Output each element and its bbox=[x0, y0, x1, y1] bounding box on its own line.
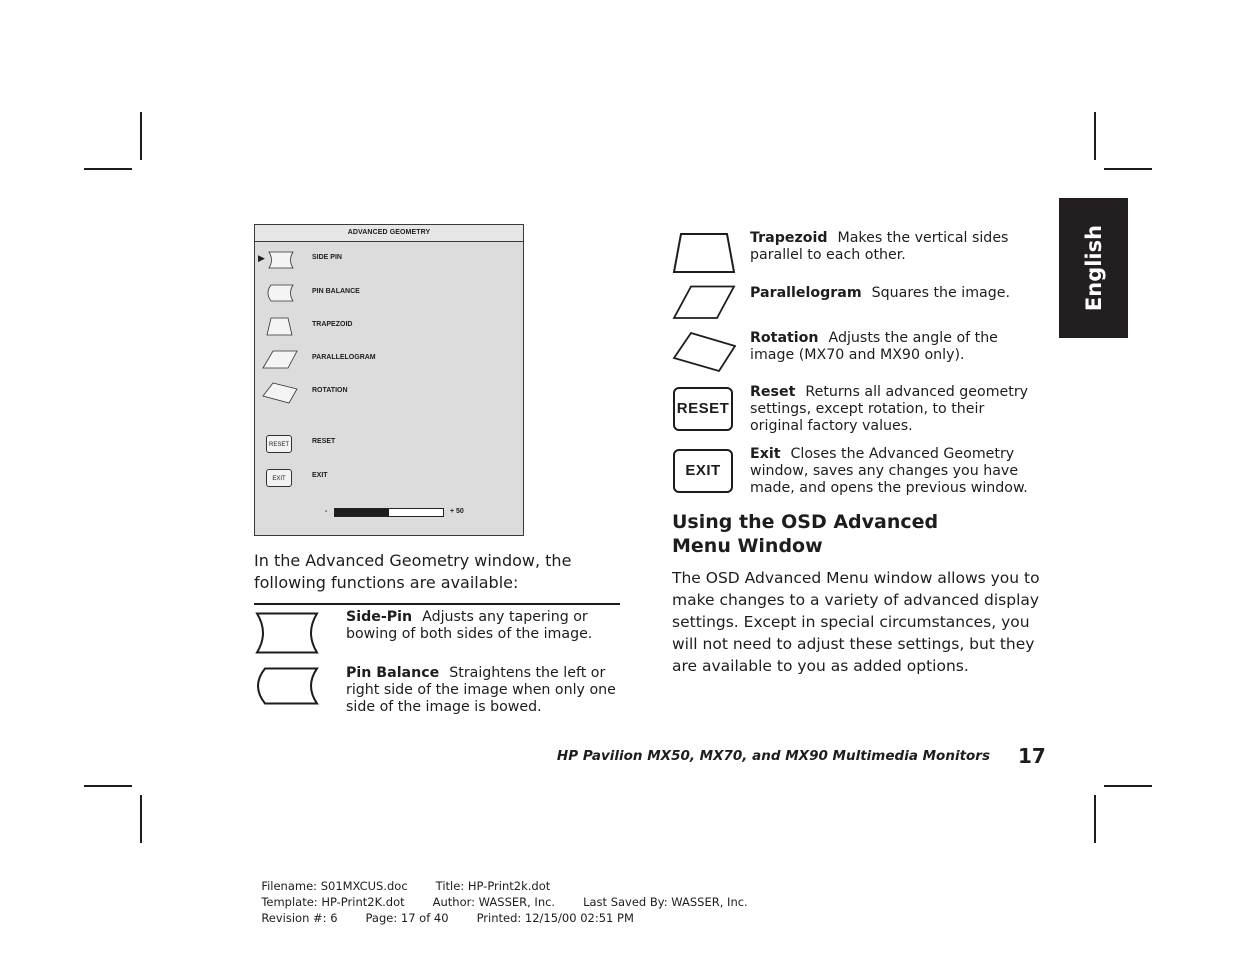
rotation-icon[interactable] bbox=[262, 382, 298, 404]
crop-mark bbox=[1094, 112, 1096, 160]
pin-balance-icon[interactable] bbox=[265, 284, 295, 302]
section-heading-line: Using the OSD Advanced bbox=[672, 511, 939, 533]
feature-side-pin: Side-Pin Adjusts any tapering or bowing o… bbox=[346, 609, 616, 643]
osd-item-trapezoid[interactable]: TRAPEZOID bbox=[312, 321, 352, 328]
osd-item-parallelogram[interactable]: PARALLELOGRAM bbox=[312, 354, 376, 361]
divider bbox=[254, 603, 620, 605]
language-tab-label: English bbox=[1081, 224, 1106, 312]
crop-mark bbox=[1094, 795, 1096, 843]
feature-name: Side-Pin bbox=[346, 609, 413, 625]
feature-name: Pin Balance bbox=[346, 665, 440, 681]
crop-mark bbox=[84, 785, 132, 787]
feature-name: Rotation bbox=[750, 330, 819, 346]
crop-mark bbox=[140, 795, 142, 843]
feature-reset: Reset Returns all advanced geometry setti… bbox=[750, 384, 1035, 435]
crop-mark bbox=[140, 112, 142, 160]
feature-name: Parallelogram bbox=[750, 285, 862, 301]
osd-item-side-pin[interactable]: SIDE PIN bbox=[312, 254, 342, 261]
running-footer-title: HP Pavilion MX50, MX70, and MX90 Multime… bbox=[556, 748, 990, 764]
osd-item-reset[interactable]: RESET bbox=[312, 438, 335, 445]
osd-item-pin-balance[interactable]: PIN BALANCE bbox=[312, 288, 360, 295]
slider-min-label: - bbox=[325, 508, 328, 515]
intro-paragraph: In the Advanced Geometry window, the fol… bbox=[254, 551, 572, 592]
adjustment-slider[interactable] bbox=[334, 508, 444, 517]
section-heading-line: Menu Window bbox=[672, 535, 823, 557]
osd-item-exit[interactable]: EXIT bbox=[312, 472, 328, 479]
feature-desc: Squares the image. bbox=[871, 285, 1010, 301]
side-pin-icon bbox=[255, 612, 319, 654]
feature-name: Exit bbox=[750, 446, 781, 462]
doc-meta-line: Revision #: 6 Page: 17 of 40 Printed: 12/1… bbox=[254, 894, 662, 926]
page-number: 17 bbox=[1018, 744, 1046, 768]
feature-parallelogram: Parallelogram Squares the image. bbox=[750, 285, 1040, 302]
crop-mark bbox=[1104, 168, 1152, 170]
feature-name: Reset bbox=[750, 384, 796, 400]
slider-max-label: + 50 bbox=[450, 508, 464, 515]
side-pin-icon[interactable] bbox=[267, 251, 295, 269]
meta-revision: Revision #: 6 bbox=[261, 911, 338, 925]
meta-printed: Printed: 12/15/00 02:51 PM bbox=[476, 911, 634, 925]
crop-mark bbox=[1104, 785, 1152, 787]
trapezoid-icon[interactable] bbox=[266, 317, 294, 336]
crop-mark bbox=[84, 168, 132, 170]
feature-desc: Closes the Advanced Geometry window, sav… bbox=[750, 446, 1028, 496]
feature-trapezoid: Trapezoid Makes the vertical sides parall… bbox=[750, 230, 1030, 264]
rotation-icon bbox=[672, 331, 736, 373]
meta-page: Page: 17 of 40 bbox=[365, 911, 449, 925]
osd-window-title: ADVANCED GEOMETRY bbox=[255, 225, 523, 242]
parallelogram-icon bbox=[672, 285, 736, 319]
exit-button-icon: EXIT bbox=[673, 449, 733, 493]
feature-rotation: Rotation Adjusts the angle of the image (… bbox=[750, 330, 1030, 364]
feature-pin-balance: Pin Balance Straightens the left or right… bbox=[346, 665, 616, 716]
trapezoid-icon bbox=[672, 233, 736, 273]
reset-button-icon[interactable]: RESET bbox=[266, 435, 292, 453]
parallelogram-icon[interactable] bbox=[262, 350, 298, 369]
osd-advanced-geometry-window: ADVANCED GEOMETRY ▶ SIDE PIN PIN BALANCE… bbox=[254, 224, 524, 536]
exit-button-icon[interactable]: EXIT bbox=[266, 469, 292, 487]
section-heading: Using the OSD Advanced Menu Window bbox=[672, 510, 1032, 558]
feature-name: Trapezoid bbox=[750, 230, 828, 246]
language-tab: English bbox=[1059, 198, 1128, 338]
pin-balance-icon bbox=[257, 667, 319, 705]
osd-item-rotation[interactable]: ROTATION bbox=[312, 387, 348, 394]
feature-exit: Exit Closes the Advanced Geometry window,… bbox=[750, 446, 1035, 497]
slider-fill bbox=[335, 509, 389, 516]
selection-arrow-icon: ▶ bbox=[258, 254, 265, 264]
reset-button-icon: RESET bbox=[673, 387, 733, 431]
section-body: The OSD Advanced Menu window allows you … bbox=[672, 569, 1040, 675]
